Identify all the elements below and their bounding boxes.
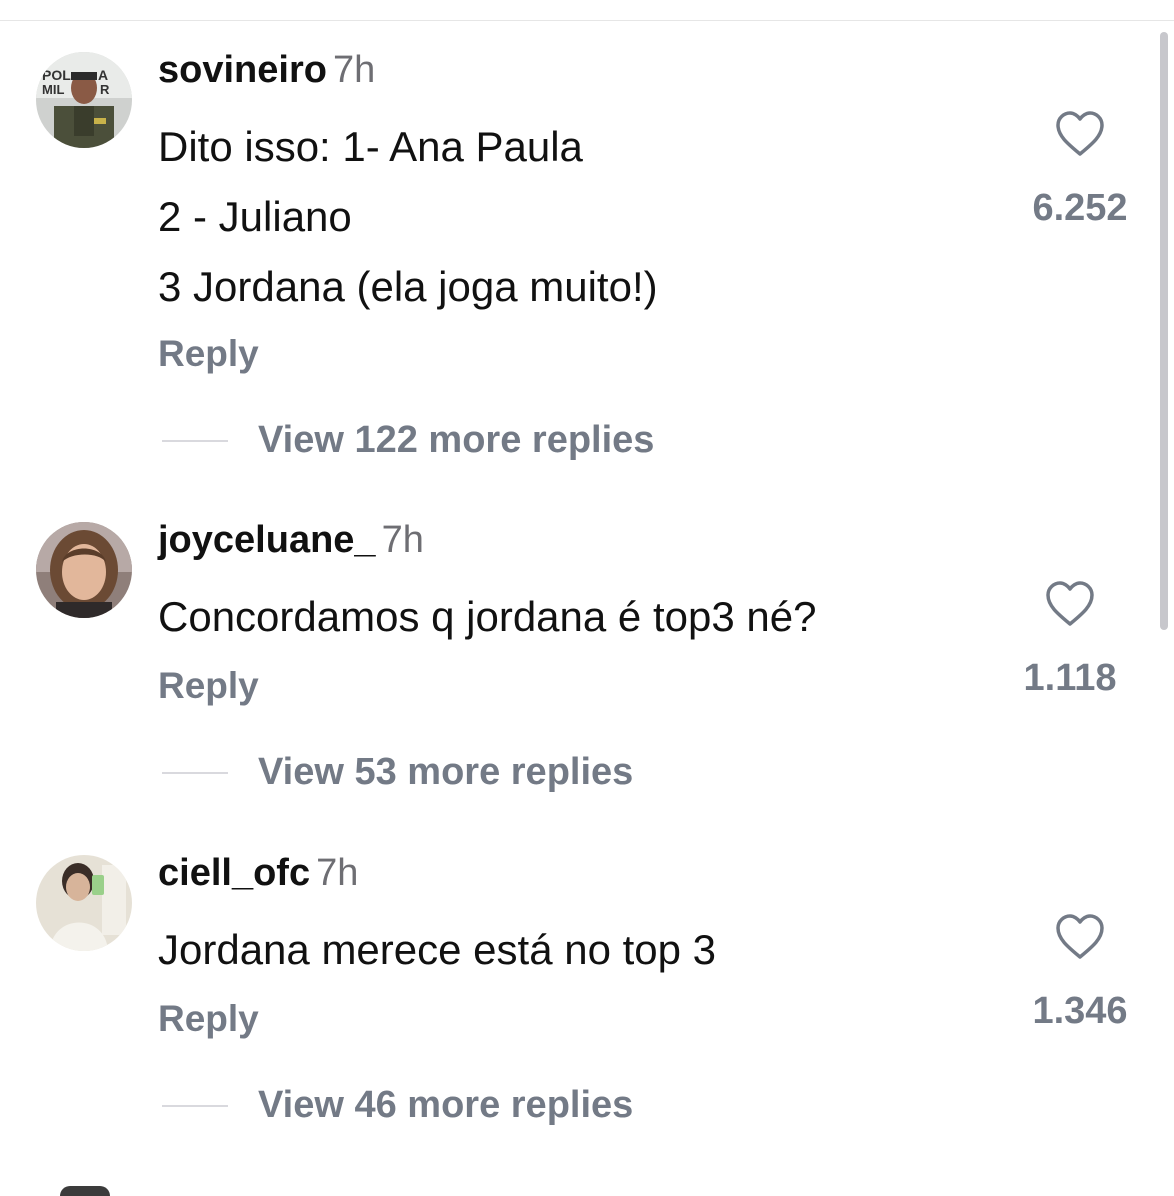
username[interactable]: sovineiro <box>158 49 327 91</box>
reply-button[interactable]: Reply <box>158 662 259 710</box>
view-replies-label: View 122 more replies <box>258 419 655 461</box>
like-count: 1.118 <box>1023 657 1117 699</box>
comment-meta: ciell_ofc 7h <box>158 849 358 897</box>
svg-text:POL: POL <box>42 67 71 83</box>
heart-icon[interactable] <box>1044 580 1096 628</box>
police-officer-avatar-icon: POL A MIL R <box>36 52 132 148</box>
replies-divider <box>162 440 228 442</box>
comment-meta: sovineiro 7h <box>158 46 375 94</box>
comment-line: Dito isso: 1- Ana Paula <box>158 123 583 170</box>
replies-divider <box>162 772 228 774</box>
comment-time: 7h <box>332 49 376 91</box>
comment-line: 3 Jordana (ela joga muito!) <box>158 263 658 310</box>
username[interactable]: joyceluane_ <box>158 519 376 561</box>
replies-divider <box>162 1105 228 1107</box>
like-group: 1.346 <box>1000 913 1160 1035</box>
comment-time: 7h <box>381 519 424 561</box>
comment-line: Jordana merece está no top 3 <box>158 926 717 973</box>
comment-line: 2 - Juliano <box>158 193 352 240</box>
comment-text: Dito isso: 1- Ana Paula 2 - Juliano 3 Jo… <box>158 112 658 322</box>
reply-button[interactable]: Reply <box>158 330 259 378</box>
heart-icon[interactable] <box>1054 110 1106 158</box>
user-avatar[interactable] <box>36 522 132 618</box>
view-replies-label: View 53 more replies <box>258 751 634 793</box>
comment-line: Concordamos q jordana é top3 né? <box>158 593 817 640</box>
username[interactable]: ciell_ofc <box>158 852 310 894</box>
user-avatar[interactable] <box>36 855 132 951</box>
user-avatar[interactable]: POL A MIL R <box>36 52 132 148</box>
comment-time: 7h <box>316 852 359 894</box>
scrollbar[interactable] <box>1160 32 1168 630</box>
heart-icon[interactable] <box>1054 913 1106 961</box>
like-count: 1.346 <box>1032 990 1128 1032</box>
svg-text:A: A <box>98 67 108 83</box>
like-group: 6.252 <box>1000 110 1160 232</box>
top-divider <box>0 20 1174 21</box>
reply-button[interactable]: Reply <box>158 995 259 1043</box>
like-group: 1.118 <box>990 580 1150 702</box>
view-replies-label: View 46 more replies <box>258 1084 634 1126</box>
woman-portrait-avatar-icon <box>36 522 132 618</box>
svg-text:R: R <box>100 82 110 97</box>
mirror-selfie-avatar-icon <box>36 855 132 951</box>
comment-meta: joyceluane_ 7h <box>158 516 424 564</box>
svg-text:MIL: MIL <box>42 82 64 97</box>
comment-text: Jordana merece está no top 3 <box>158 915 716 985</box>
comment-text: Concordamos q jordana é top3 né? <box>158 582 816 652</box>
like-count: 6.252 <box>1032 187 1128 229</box>
next-comment-avatar[interactable] <box>60 1186 110 1196</box>
